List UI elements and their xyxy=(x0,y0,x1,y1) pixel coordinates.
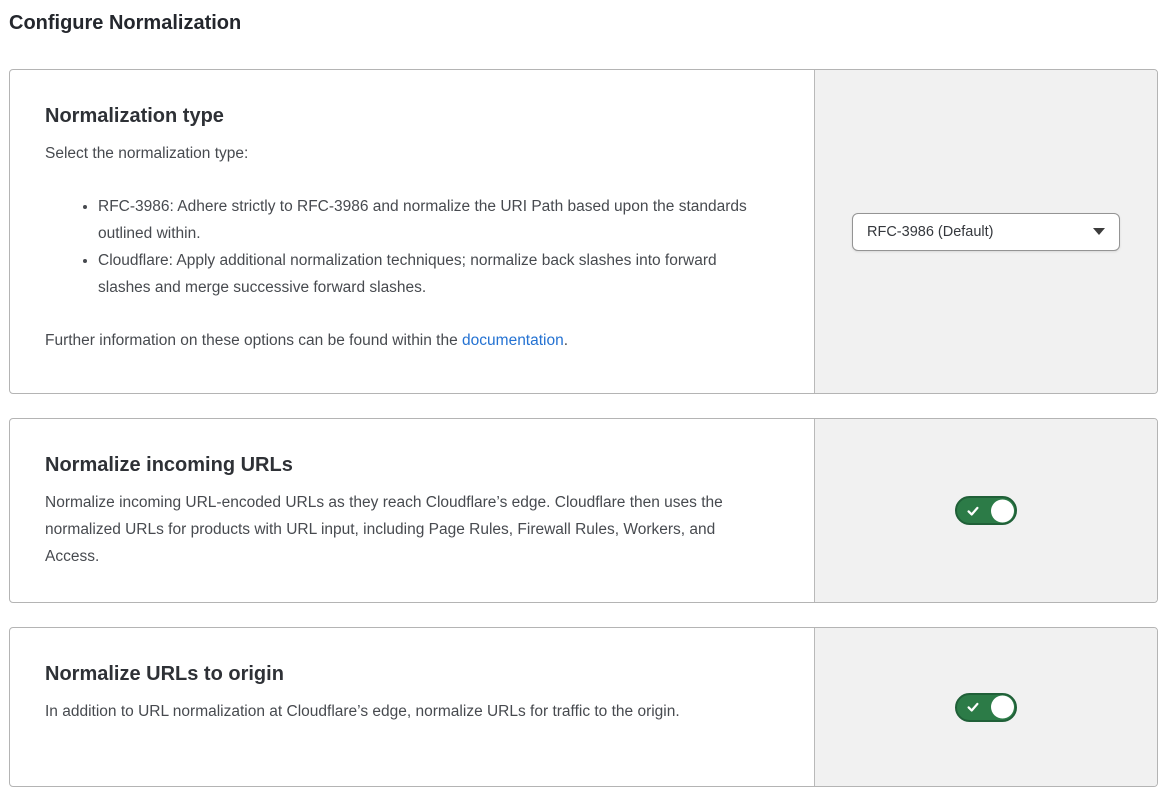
normalize-incoming-description: Normalize incoming URL-encoded URLs as t… xyxy=(45,489,771,570)
chevron-down-icon xyxy=(1093,228,1105,235)
bullet-cloudflare: Cloudflare: Apply additional normalizati… xyxy=(98,247,758,301)
normalization-type-heading: Normalization type xyxy=(45,103,784,129)
documentation-link[interactable]: documentation xyxy=(462,332,564,349)
normalize-incoming-content: Normalize incoming URLs Normalize incomi… xyxy=(10,419,814,602)
normalize-incoming-heading: Normalize incoming URLs xyxy=(45,452,784,478)
normalize-incoming-control-panel xyxy=(814,419,1157,602)
page-title: Configure Normalization xyxy=(9,10,1158,36)
configure-normalization-page: Configure Normalization Normalization ty… xyxy=(0,0,1167,797)
normalize-origin-description: In addition to URL normalization at Clou… xyxy=(45,698,733,725)
normalize-origin-toggle[interactable] xyxy=(955,693,1017,722)
check-icon xyxy=(966,504,980,518)
normalize-origin-control-panel xyxy=(814,628,1157,786)
normalize-incoming-toggle[interactable] xyxy=(955,496,1017,525)
normalization-type-footer: Further information on these options can… xyxy=(45,327,745,354)
normalization-type-select-value: RFC-3986 (Default) xyxy=(867,224,994,240)
footer-text-before: Further information on these options can… xyxy=(45,332,462,349)
toggle-knob xyxy=(991,499,1014,522)
normalize-origin-heading: Normalize URLs to origin xyxy=(45,661,784,687)
normalization-type-intro: Select the normalization type: xyxy=(45,140,745,167)
footer-text-after: . xyxy=(564,332,568,349)
bullet-rfc-3986: RFC-3986: Adhere strictly to RFC-3986 an… xyxy=(98,193,758,247)
normalization-type-content: Normalization type Select the normalizat… xyxy=(10,70,814,393)
normalization-type-options-list: RFC-3986: Adhere strictly to RFC-3986 an… xyxy=(45,193,784,301)
card-normalize-urls-to-origin: Normalize URLs to origin In addition to … xyxy=(9,627,1158,787)
normalization-type-control-panel: RFC-3986 (Default) xyxy=(814,70,1157,393)
normalize-origin-content: Normalize URLs to origin In addition to … xyxy=(10,628,814,786)
card-normalize-incoming-urls: Normalize incoming URLs Normalize incomi… xyxy=(9,418,1158,603)
check-icon xyxy=(966,700,980,714)
normalization-type-select[interactable]: RFC-3986 (Default) xyxy=(852,213,1120,251)
card-normalization-type: Normalization type Select the normalizat… xyxy=(9,69,1158,394)
toggle-knob xyxy=(991,696,1014,719)
